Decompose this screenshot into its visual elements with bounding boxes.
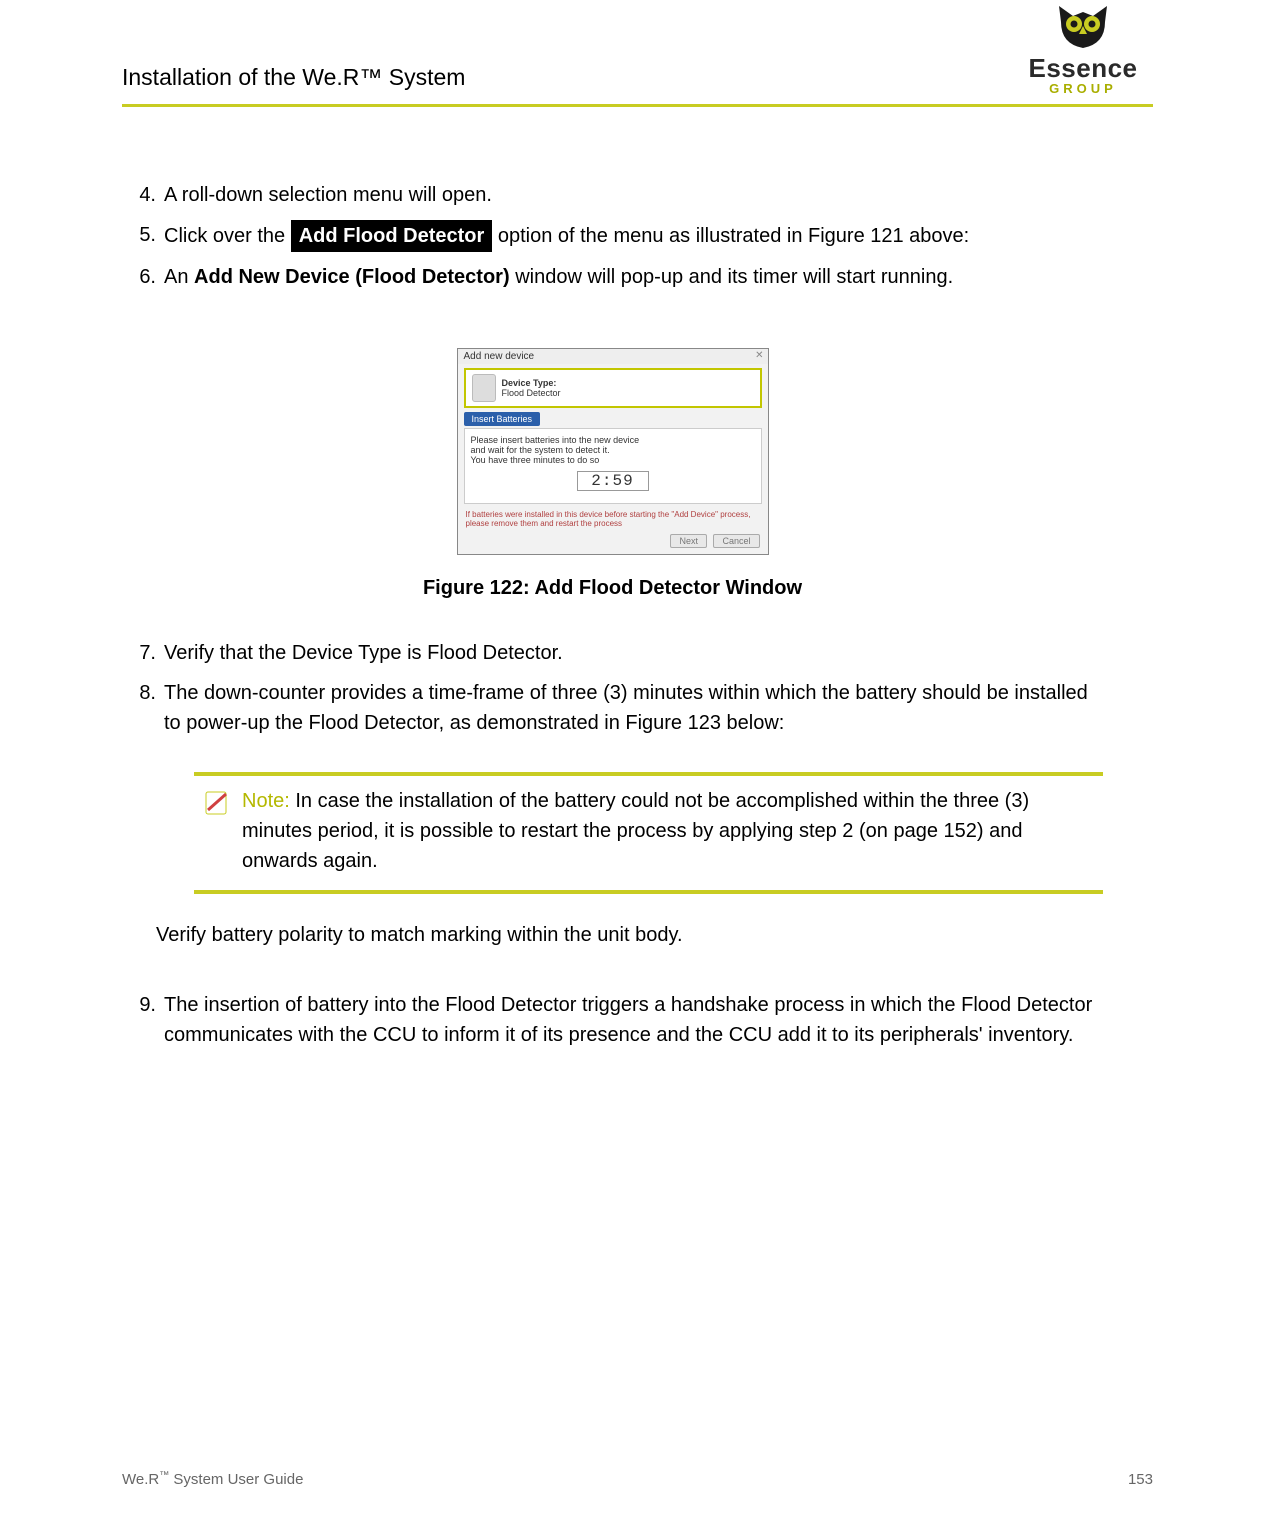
- steps-list-top: 4. A roll-down selection menu will open.…: [122, 180, 1103, 292]
- post-note-text: Verify battery polarity to match marking…: [156, 920, 1103, 950]
- page-number: 153: [1128, 1471, 1153, 1488]
- step-number: 6.: [122, 262, 164, 292]
- page-footer: We.R™ System User Guide 153: [122, 1470, 1153, 1488]
- next-button: Next: [670, 534, 707, 548]
- step-text: Verify that the Device Type is Flood Det…: [164, 638, 1103, 668]
- step-4: 4. A roll-down selection menu will open.: [122, 180, 1103, 210]
- step-number: 8.: [122, 678, 164, 738]
- cancel-button: Cancel: [713, 534, 759, 548]
- step-9: 9. The insertion of battery into the Flo…: [122, 990, 1103, 1050]
- figure-caption: Figure 122: Add Flood Detector Window: [122, 577, 1103, 600]
- dialog-tab: Insert Batteries: [464, 412, 541, 426]
- step-6: 6. An Add New Device (Flood Detector) wi…: [122, 262, 1103, 292]
- dialog-screenshot: Add new device ✕ Device Type: Flood Dete…: [457, 348, 769, 555]
- note-bottom-bar: [194, 890, 1103, 894]
- brand-name: Essence: [1013, 55, 1153, 81]
- step-8: 8. The down-counter provides a time-fram…: [122, 678, 1103, 738]
- owl-icon: [1013, 4, 1153, 55]
- device-type-label: Device Type:: [502, 378, 561, 388]
- steps-list-bottom: 9. The insertion of battery into the Flo…: [122, 990, 1103, 1050]
- window-name: Add New Device (Flood Detector): [194, 266, 510, 288]
- instruction-line: and wait for the system to detect it.: [471, 445, 755, 455]
- step-number: 7.: [122, 638, 164, 668]
- tm-mark: ™: [159, 1470, 169, 1481]
- device-type-value: Flood Detector: [502, 388, 561, 398]
- step-text: An Add New Device (Flood Detector) windo…: [164, 262, 1103, 292]
- brand-subtitle: GROUP: [1013, 81, 1153, 96]
- dialog-title: Add new device: [464, 351, 535, 362]
- step-text: Click over the Add Flood Detector option…: [164, 220, 1103, 252]
- note-label: Note:: [242, 790, 290, 812]
- step-number: 4.: [122, 180, 164, 210]
- text-fragment: An: [164, 266, 194, 288]
- step-number: 9.: [122, 990, 164, 1050]
- note-callout: Note: In case the installation of the ba…: [194, 772, 1103, 894]
- device-type-text: Device Type: Flood Detector: [502, 378, 561, 398]
- dialog-buttons: Next Cancel: [458, 530, 768, 548]
- page-header: Installation of the We.R™ System Essence…: [0, 0, 1275, 112]
- dialog-warning: If batteries were installed in this devi…: [458, 508, 768, 530]
- step-text: The insertion of battery into the Flood …: [164, 990, 1103, 1050]
- step-text: The down-counter provides a time-frame o…: [164, 678, 1103, 738]
- footer-doc: System User Guide: [169, 1471, 303, 1488]
- instruction-line: You have three minutes to do so: [471, 455, 755, 465]
- countdown-timer: 2:59: [577, 471, 649, 491]
- step-number: 5.: [122, 220, 164, 252]
- text-fragment: Click over the: [164, 225, 291, 247]
- dialog-titlebar: Add new device ✕: [458, 349, 768, 364]
- page: Installation of the We.R™ System Essence…: [0, 0, 1275, 1532]
- device-type-row: Device Type: Flood Detector: [464, 368, 762, 408]
- text-fragment: option of the menu as illustrated in Fig…: [498, 225, 969, 247]
- section-title: Installation of the We.R™ System: [122, 64, 465, 91]
- close-icon: ✕: [755, 350, 763, 361]
- footer-title: We.R™ System User Guide: [122, 1471, 303, 1488]
- header-divider: [122, 104, 1153, 107]
- step-5: 5. Click over the Add Flood Detector opt…: [122, 220, 1103, 252]
- steps-list-mid: 7. Verify that the Device Type is Flood …: [122, 638, 1103, 738]
- text-fragment: window will pop-up and its timer will st…: [515, 266, 953, 288]
- note-icon: [202, 786, 242, 876]
- brand-logo: Essence GROUP: [1013, 4, 1153, 98]
- menu-option-label: Add Flood Detector: [291, 220, 493, 252]
- note-text: Note: In case the installation of the ba…: [242, 786, 1095, 876]
- instruction-line: Please insert batteries into the new dev…: [471, 435, 755, 445]
- step-text: A roll-down selection menu will open.: [164, 180, 1103, 210]
- note-body: Note: In case the installation of the ba…: [194, 776, 1103, 890]
- dialog-panel: Please insert batteries into the new dev…: [464, 428, 762, 504]
- footer-product: We.R: [122, 1471, 159, 1488]
- note-content: In case the installation of the battery …: [242, 790, 1029, 872]
- figure-block: Add new device ✕ Device Type: Flood Dete…: [122, 348, 1103, 600]
- device-icon: [472, 374, 496, 402]
- page-content: 4. A roll-down selection menu will open.…: [122, 180, 1103, 1060]
- step-7: 7. Verify that the Device Type is Flood …: [122, 638, 1103, 668]
